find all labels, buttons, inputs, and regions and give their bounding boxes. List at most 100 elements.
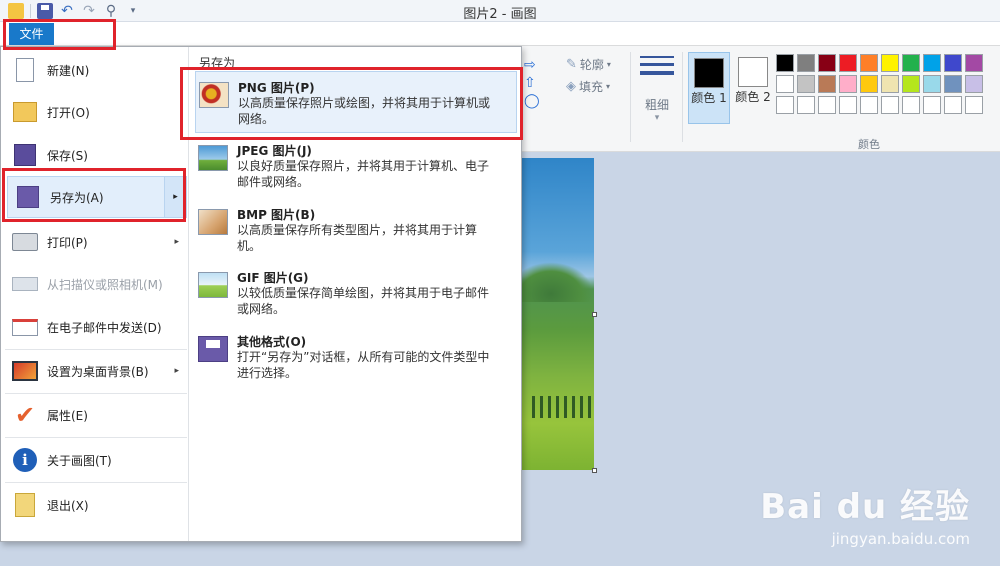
ribbon-tab-row: 文件 [0,22,1000,46]
palette-swatch[interactable] [881,96,899,114]
palette-swatch[interactable] [797,96,815,114]
palette-swatch[interactable] [776,54,794,72]
option-title: JPEG 图片(J) [237,144,312,158]
menu-item-set-desktop-background[interactable]: 设置为桌面背景(B) ▸ [5,351,187,391]
color1-label: 颜色 1 [691,91,727,105]
menu-item-save-as[interactable]: 另存为(A) ▸ [7,176,187,218]
save-as-jpeg[interactable]: JPEG 图片(J) 以良好质量保存照片，并将其用于计算机、电子邮件或网络。 [195,135,517,197]
fill-label: 填充 [579,80,604,94]
save-as-panel: 另存为 PNG 图片(P) 以高质量保存照片或绘图，并将其用于计算机或网络。 J… [189,47,521,541]
menu-item-properties[interactable]: ✔ 属性(E) [5,395,187,435]
menu-divider [5,482,187,483]
color1-button[interactable]: 颜色 1 [688,52,730,124]
palette-swatch[interactable] [902,75,920,93]
palette-swatch[interactable] [923,54,941,72]
thickness-chevron-down-icon: ▾ [654,113,660,123]
menu-item-save[interactable]: 保存(S) [5,135,187,175]
ribbon-divider [630,52,631,142]
shape-callout-icon[interactable]: ◯ [524,92,560,110]
desktop-background-icon [11,357,39,385]
menu-item-label: 新建(N) [47,63,90,78]
palette-swatch[interactable] [839,96,857,114]
canvas-image[interactable] [522,158,594,470]
menu-item-scanner: 从扫描仪或照相机(M) [5,264,187,304]
menu-item-label: 从扫描仪或照相机(M) [47,277,163,292]
menu-item-about[interactable]: i 关于画图(T) [5,440,187,480]
thickness-button[interactable]: 粗细 ▾ [636,48,678,123]
jpeg-image-icon [198,145,228,171]
file-tab[interactable]: 文件 [9,23,54,45]
resize-handle-corner[interactable] [592,468,597,473]
palette-swatch[interactable] [881,54,899,72]
palette-swatch[interactable] [860,75,878,93]
palette-swatch[interactable] [776,75,794,93]
file-menu: 新建(N) 打开(O) 保存(S) 另存为(A) ▸ 打印(P) ▸ 从扫描仪或… [0,46,522,542]
outline-button[interactable]: ✎ 轮廓 ▾ [566,54,626,76]
submenu-arrow-icon: ▸ [174,237,179,247]
palette-swatch[interactable] [881,75,899,93]
option-title: GIF 图片(G) [237,271,309,285]
option-description: 以高质量保存照片或绘图，并将其用于计算机或网络。 [238,96,491,126]
palette-swatch[interactable] [797,75,815,93]
palette-swatch[interactable] [944,75,962,93]
menu-item-label: 关于画图(T) [47,453,112,468]
menu-item-new[interactable]: 新建(N) [5,50,187,90]
palette-swatch[interactable] [965,54,983,72]
fill-button[interactable]: ◈ 填充 ▾ [566,76,626,98]
palette-swatch[interactable] [818,96,836,114]
outline-chevron-down-icon: ▾ [606,60,611,69]
palette-swatch[interactable] [965,96,983,114]
save-as-bmp[interactable]: BMP 图片(B) 以高质量保存所有类型图片，并将其用于计算机。 [195,199,517,261]
title-bar: ↶ ↷ ⚲ ▾ 图片2 - 画图 [0,0,1000,22]
outline-label: 轮廓 [579,58,604,72]
palette-swatch[interactable] [902,96,920,114]
email-icon [11,313,39,341]
colors-group-label: 颜色 [858,138,880,151]
palette-swatch[interactable] [860,54,878,72]
shape-arrow-icon[interactable]: ⇨ [524,56,560,74]
open-folder-icon [11,98,39,126]
palette-swatch[interactable] [818,54,836,72]
baidu-watermark-logo: Bai du 经验 jingyan.baidu.com [760,479,970,548]
palette-swatch[interactable] [944,96,962,114]
submenu-arrow-icon[interactable]: ▸ [164,177,186,217]
new-document-icon [11,56,39,84]
palette-swatch[interactable] [944,54,962,72]
fill-bucket-icon: ◈ [566,79,576,94]
save-as-other-formats[interactable]: 其他格式(O) 打开“另存为”对话框，从所有可能的文件类型中进行选择。 [195,326,517,388]
save-as-gif[interactable]: GIF 图片(G) 以较低质量保存简单绘图，并将其用于电子邮件或网络。 [195,262,517,324]
menu-item-label: 在电子邮件中发送(D) [47,320,162,335]
png-image-icon [199,82,229,108]
option-title: BMP 图片(B) [237,208,316,222]
save-as-png[interactable]: PNG 图片(P) 以高质量保存照片或绘图，并将其用于计算机或网络。 [195,71,517,133]
palette-swatch[interactable] [860,96,878,114]
palette-swatch[interactable] [923,96,941,114]
resize-handle-right[interactable] [592,312,597,317]
menu-item-print[interactable]: 打印(P) ▸ [5,222,187,262]
palette-swatch[interactable] [797,54,815,72]
menu-item-email[interactable]: 在电子邮件中发送(D) [5,307,187,347]
thickness-lines-icon [640,56,674,82]
scanner-icon [11,270,39,298]
menu-item-exit[interactable]: 退出(X) [5,485,187,525]
window-title: 图片2 - 画图 [463,7,537,22]
save-icon [11,141,39,169]
palette-swatch[interactable] [776,96,794,114]
fill-chevron-down-icon: ▾ [606,82,611,91]
other-formats-icon [198,336,228,362]
palette-swatch[interactable] [839,54,857,72]
palette-swatch[interactable] [902,54,920,72]
palette-swatch[interactable] [839,75,857,93]
color-palette [776,54,983,114]
gif-image-icon [198,272,228,298]
menu-item-open[interactable]: 打开(O) [5,92,187,132]
menu-divider [5,437,187,438]
menu-item-label: 退出(X) [47,498,89,513]
palette-swatch[interactable] [923,75,941,93]
submenu-arrow-icon: ▸ [174,366,179,376]
color2-swatch [738,57,768,87]
color2-button[interactable]: 颜色 2 [732,52,774,124]
palette-swatch[interactable] [818,75,836,93]
shape-triangle-icon[interactable]: ⇧ [524,74,560,92]
palette-swatch[interactable] [965,75,983,93]
